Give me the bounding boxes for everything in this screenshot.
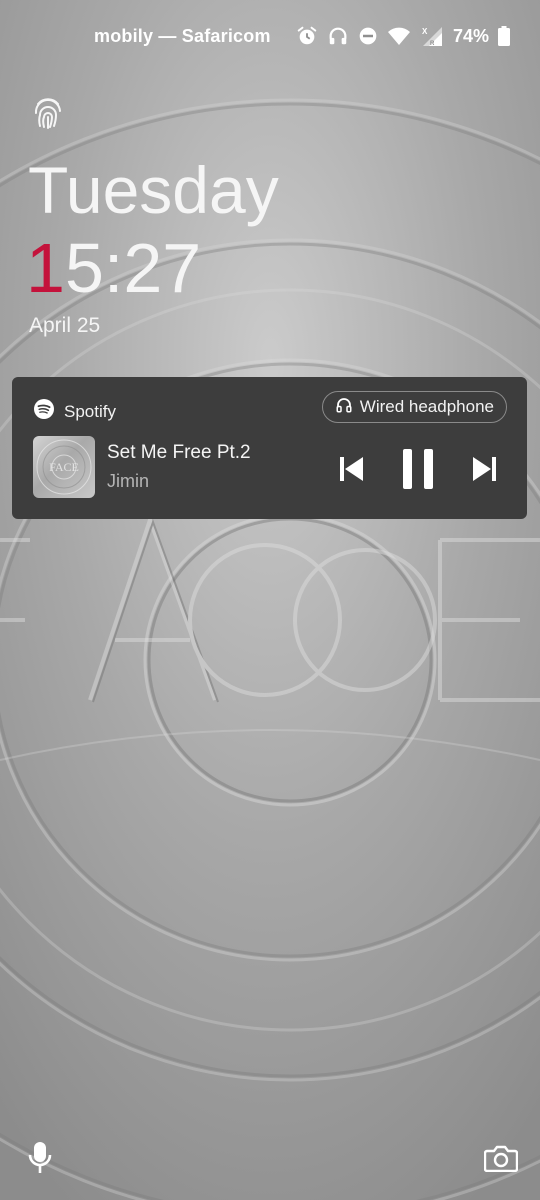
battery-percent: 74% <box>452 25 489 46</box>
svg-text:R: R <box>430 41 435 47</box>
output-device-chip[interactable]: Wired headphone <box>321 391 507 423</box>
camera-shortcut-button[interactable] <box>482 1142 520 1178</box>
lock-clock: 1 5:27 <box>26 228 201 308</box>
microphone-icon <box>28 1141 52 1180</box>
camera-icon <box>483 1144 519 1177</box>
battery-icon <box>498 26 510 46</box>
skip-previous-icon <box>340 456 364 487</box>
headphones-icon <box>335 396 353 419</box>
fingerprint-icon[interactable] <box>32 96 64 135</box>
do-not-disturb-icon <box>358 26 378 46</box>
clock-hour-first-digit: 1 <box>26 229 65 307</box>
album-art[interactable]: FACE <box>33 436 95 498</box>
pause-icon <box>403 448 433 494</box>
svg-text:X: X <box>422 27 428 36</box>
media-app-name: Spotify <box>64 401 116 421</box>
output-device-label: Wired headphone <box>359 397 494 416</box>
weekday-label: Tuesday <box>28 153 279 227</box>
playback-controls <box>332 447 512 501</box>
date-label: April 25 <box>29 314 101 337</box>
skip-next-icon <box>472 456 496 487</box>
next-track-button[interactable] <box>464 451 504 491</box>
pause-button[interactable] <box>398 447 438 495</box>
alarm-icon <box>296 25 318 47</box>
headphones-icon <box>327 25 349 47</box>
cellular-signal-icon: XR <box>420 25 444 47</box>
album-art-text: FACE <box>49 460 79 474</box>
media-notification[interactable]: Spotify Wired headphone FACE Set Me Free… <box>12 377 527 519</box>
track-title: Set Me Free Pt.2 <box>107 442 251 463</box>
status-bar: mobily — Safaricom XR 74% <box>0 0 540 72</box>
wifi-icon <box>387 26 411 46</box>
media-app-header: Spotify <box>34 399 116 424</box>
voice-assistant-button[interactable] <box>22 1140 58 1180</box>
clock-rest: 5:27 <box>64 229 202 307</box>
status-icons: XR 74% <box>296 22 510 50</box>
carrier-label: mobily — Safaricom <box>94 26 271 46</box>
previous-track-button[interactable] <box>332 451 372 491</box>
track-artist: Jimin <box>107 471 150 491</box>
spotify-icon <box>34 399 54 424</box>
